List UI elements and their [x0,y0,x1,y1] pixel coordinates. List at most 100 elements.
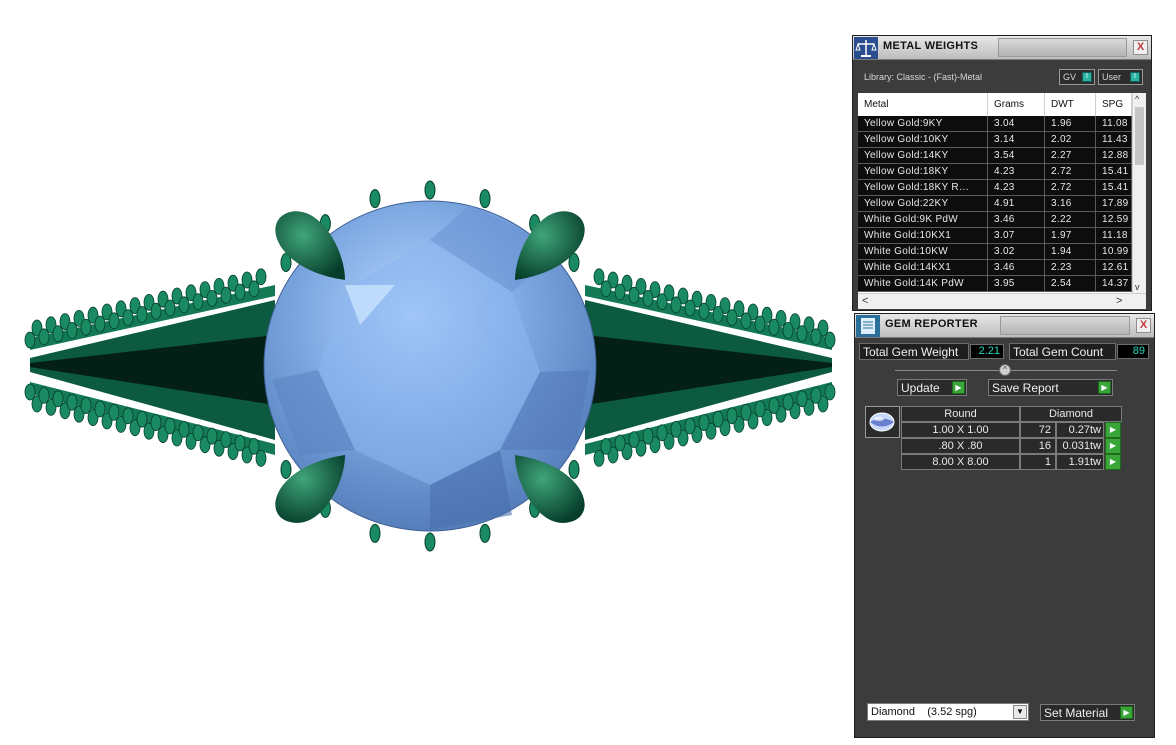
bead-prong [424,180,436,200]
metal-library-label: Library: Classic - (Fast)-Metal [864,72,983,82]
scroll-down-icon[interactable]: v [1135,282,1140,292]
grams-cell: 3.04 [988,116,1045,131]
scroll-right-icon[interactable]: > [1116,295,1122,307]
material-select-value: Diamond (3.52 spg) [871,706,977,718]
titlebar-grip[interactable] [1000,316,1130,335]
spg-cell: 12.59 [1096,212,1132,227]
gem-reporter-panel: GEM REPORTER X Total Gem Weight 2.21 Tot… [854,313,1155,738]
bead-prong [424,532,436,552]
grams-cell: 4.23 [988,180,1045,195]
scroll-thumb[interactable] [1135,107,1144,165]
table-row[interactable]: Yellow Gold:18KY R… 4.23 2.72 15.41 [858,180,1132,196]
update-button-label: Update [901,381,940,395]
metal-weights-panel: METAL WEIGHTS X Library: Classic - (Fast… [852,35,1152,311]
metal-name-cell: White Gold:9K PdW [858,212,988,227]
table-row[interactable]: White Gold:9K PdW 3.46 2.22 12.59 [858,212,1132,228]
metal-name-cell: Yellow Gold:18KY R… [858,180,988,195]
gem-reporter-close-button[interactable]: X [1136,318,1151,333]
column-header-grams[interactable]: Grams [988,93,1045,116]
select-gem-arrow-icon[interactable]: ▶ [1105,422,1121,438]
total-gem-weight-value: 2.21 [970,344,1004,359]
metal-name-cell: Yellow Gold:22KY [858,196,988,211]
table-row[interactable]: White Gold:14KX1 3.46 2.23 12.61 [858,260,1132,276]
dwt-cell: 2.22 [1045,212,1096,227]
dwt-cell: 2.27 [1045,148,1096,163]
spg-cell: 15.41 [1096,180,1132,195]
spg-cell: 11.08 [1096,116,1132,131]
table-row[interactable]: White Gold:10KW 3.02 1.94 10.99 [858,244,1132,260]
metal-weights-close-button[interactable]: X [1133,40,1148,55]
table-row[interactable]: Yellow Gold:10KY 3.14 2.02 11.43 [858,132,1132,148]
gv-toggle[interactable]: GV I [1059,69,1095,85]
scroll-up-icon[interactable]: ^ [1135,94,1139,104]
gem-shape-header: Round [901,406,1020,422]
grams-cell: 4.91 [988,196,1045,211]
select-gem-arrow-icon[interactable]: ▶ [1105,454,1121,470]
user-toggle[interactable]: User I [1098,69,1143,85]
horizontal-scrollbar[interactable]: < > [858,293,1146,309]
dwt-cell: 2.54 [1045,276,1096,291]
table-row[interactable]: Yellow Gold:14KY 3.54 2.27 12.88 [858,148,1132,164]
table-row[interactable]: White Gold:10KX1 3.07 1.97 11.18 [858,228,1132,244]
chevron-down-icon[interactable]: ▼ [1013,705,1027,719]
dwt-cell: 1.94 [1045,244,1096,259]
metal-name-cell: White Gold:14KX1 [858,260,988,275]
scale-icon [854,37,878,59]
gem-size-cell: 8.00 X 8.00 [901,454,1020,470]
round-gem-icon[interactable] [865,406,900,438]
gem-type-header: Diamond [1020,406,1122,422]
dwt-cell: 2.72 [1045,164,1096,179]
metal-name-cell: White Gold:14K PdW [858,276,988,291]
bead-prong [593,268,605,286]
column-header-dwt[interactable]: DWT [1045,93,1096,116]
collapse-toggle-icon[interactable]: ^ [999,364,1011,376]
play-arrow-icon: ▶ [1098,381,1111,394]
gem-weight-cell: 0.27tw [1056,422,1104,438]
play-arrow-icon: ▶ [1120,706,1133,719]
dwt-cell: 2.72 [1045,180,1096,195]
column-header-spg[interactable]: SPG [1096,93,1132,116]
3d-viewport[interactable] [0,0,852,745]
grams-cell: 3.14 [988,132,1045,147]
titlebar-grip[interactable] [998,38,1127,57]
gv-toggle-knob: I [1082,72,1092,82]
scroll-left-icon[interactable]: < [862,295,868,307]
gem-reporter-titlebar[interactable]: GEM REPORTER X [855,314,1154,338]
select-gem-arrow-icon[interactable]: ▶ [1105,438,1121,454]
metal-name-cell: White Gold:10KW [858,244,988,259]
metal-table-body: Yellow Gold:9KY 3.04 1.96 11.08 Yellow Gold:… [858,116,1132,292]
spg-cell: 12.61 [1096,260,1132,275]
column-header-metal[interactable]: Metal [858,93,988,116]
save-report-button[interactable]: Save Report ▶ [988,379,1113,396]
grams-cell: 3.95 [988,276,1045,291]
spg-cell: 14.37 [1096,276,1132,291]
user-toggle-label: User [1102,72,1122,82]
grams-cell: 3.02 [988,244,1045,259]
total-gem-weight-label: Total Gem Weight [859,343,969,360]
play-arrow-icon: ▶ [952,381,965,394]
metal-weights-table[interactable]: Metal Grams DWT SPG Yellow Gold:9KY 3.04 1… [858,93,1146,309]
set-material-button-label: Set Material [1044,706,1109,720]
metal-name-cell: Yellow Gold:9KY [858,116,988,131]
metal-weights-titlebar[interactable]: METAL WEIGHTS X [853,36,1151,60]
gem-count-cell: 16 [1020,438,1056,454]
gem-weight-cell: 1.91tw [1056,454,1104,470]
table-row[interactable]: Yellow Gold:9KY 3.04 1.96 11.08 [858,116,1132,132]
dwt-cell: 1.97 [1045,228,1096,243]
set-material-button[interactable]: Set Material ▶ [1040,704,1135,721]
table-row[interactable]: Yellow Gold:22KY 4.91 3.16 17.89 [858,196,1132,212]
dwt-cell: 2.02 [1045,132,1096,147]
bead-prong [479,523,491,543]
total-gem-count-value: 89 [1117,344,1149,359]
metal-name-cell: Yellow Gold:10KY [858,132,988,147]
material-select[interactable]: Diamond (3.52 spg) ▼ [867,703,1029,721]
bead-prong [479,189,491,209]
vertical-scrollbar[interactable]: ^ v [1132,93,1146,293]
ring-model[interactable] [0,0,852,745]
update-button[interactable]: Update ▶ [897,379,967,396]
table-row[interactable]: White Gold:14K PdW 3.95 2.54 14.37 [858,276,1132,292]
spg-cell: 11.43 [1096,132,1132,147]
gem-reporter-title: GEM REPORTER [885,318,978,330]
table-row[interactable]: Yellow Gold:18KY 4.23 2.72 15.41 [858,164,1132,180]
bead-prong [280,459,292,479]
